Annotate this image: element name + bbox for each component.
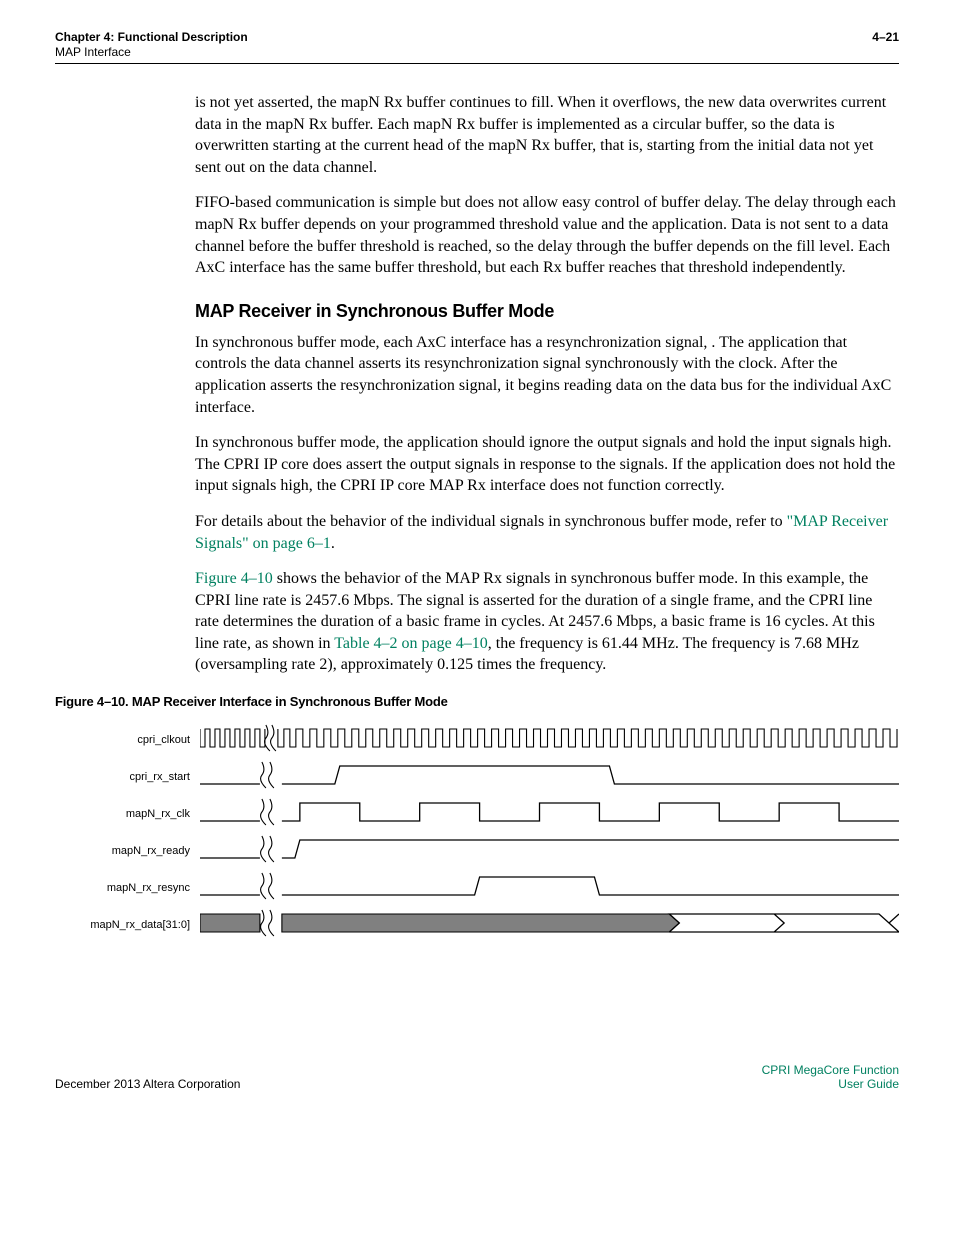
signal-label: cpri_rx_start [55,771,200,783]
paragraph: In synchronous buffer mode, the applicat… [195,432,899,497]
paragraph: is not yet asserted, the mapN Rx buffer … [195,92,899,178]
xref-link[interactable]: Figure 4–10 [195,570,273,587]
header-rule [55,63,899,64]
footer-doc-subtitle: User Guide [762,1077,899,1091]
footer-left: December 2013 Altera Corporation [55,1077,240,1091]
timing-row: mapN_rx_data[31:0] [55,906,899,943]
chapter-subtitle: MAP Interface [55,45,248,59]
signal-wave [200,906,899,943]
section-heading: MAP Receiver in Synchronous Buffer Mode [195,301,899,322]
signal-label: mapN_rx_ready [55,845,200,857]
footer-doc-title: CPRI MegaCore Function [762,1063,899,1077]
chapter-title: Chapter 4: Functional Description [55,30,248,44]
footer-right[interactable]: CPRI MegaCore Function User Guide [762,1063,899,1091]
page-number: 4–21 [872,30,899,59]
page-header: Chapter 4: Functional Description MAP In… [55,30,899,59]
timing-row: mapN_rx_resync [55,869,899,906]
signal-wave [200,758,899,795]
xref-link[interactable]: Table 4–2 on page 4–10 [334,635,488,652]
page-footer: December 2013 Altera Corporation CPRI Me… [55,1063,899,1091]
paragraph: For details about the behavior of the in… [195,511,899,554]
signal-wave [200,721,899,758]
timing-row: cpri_rx_start [55,758,899,795]
signal-label: mapN_rx_clk [55,808,200,820]
figure-caption: Figure 4–10. MAP Receiver Interface in S… [55,694,899,709]
signal-wave [200,795,899,832]
timing-diagram: cpri_clkout cpri_rx_start [55,721,899,943]
text: For details about the behavior of the in… [195,513,787,530]
signal-label: cpri_clkout [55,734,200,746]
timing-row: mapN_rx_clk [55,795,899,832]
timing-row: mapN_rx_ready [55,832,899,869]
signal-wave [200,832,899,869]
paragraph: FIFO-based communication is simple but d… [195,192,899,278]
timing-row: cpri_clkout [55,721,899,758]
text: . [331,535,335,552]
signal-wave [200,869,899,906]
signal-label: mapN_rx_resync [55,882,200,894]
signal-label: mapN_rx_data[31:0] [55,919,200,931]
paragraph: Figure 4–10 shows the behavior of the MA… [195,568,899,676]
paragraph: In synchronous buffer mode, each AxC int… [195,332,899,418]
